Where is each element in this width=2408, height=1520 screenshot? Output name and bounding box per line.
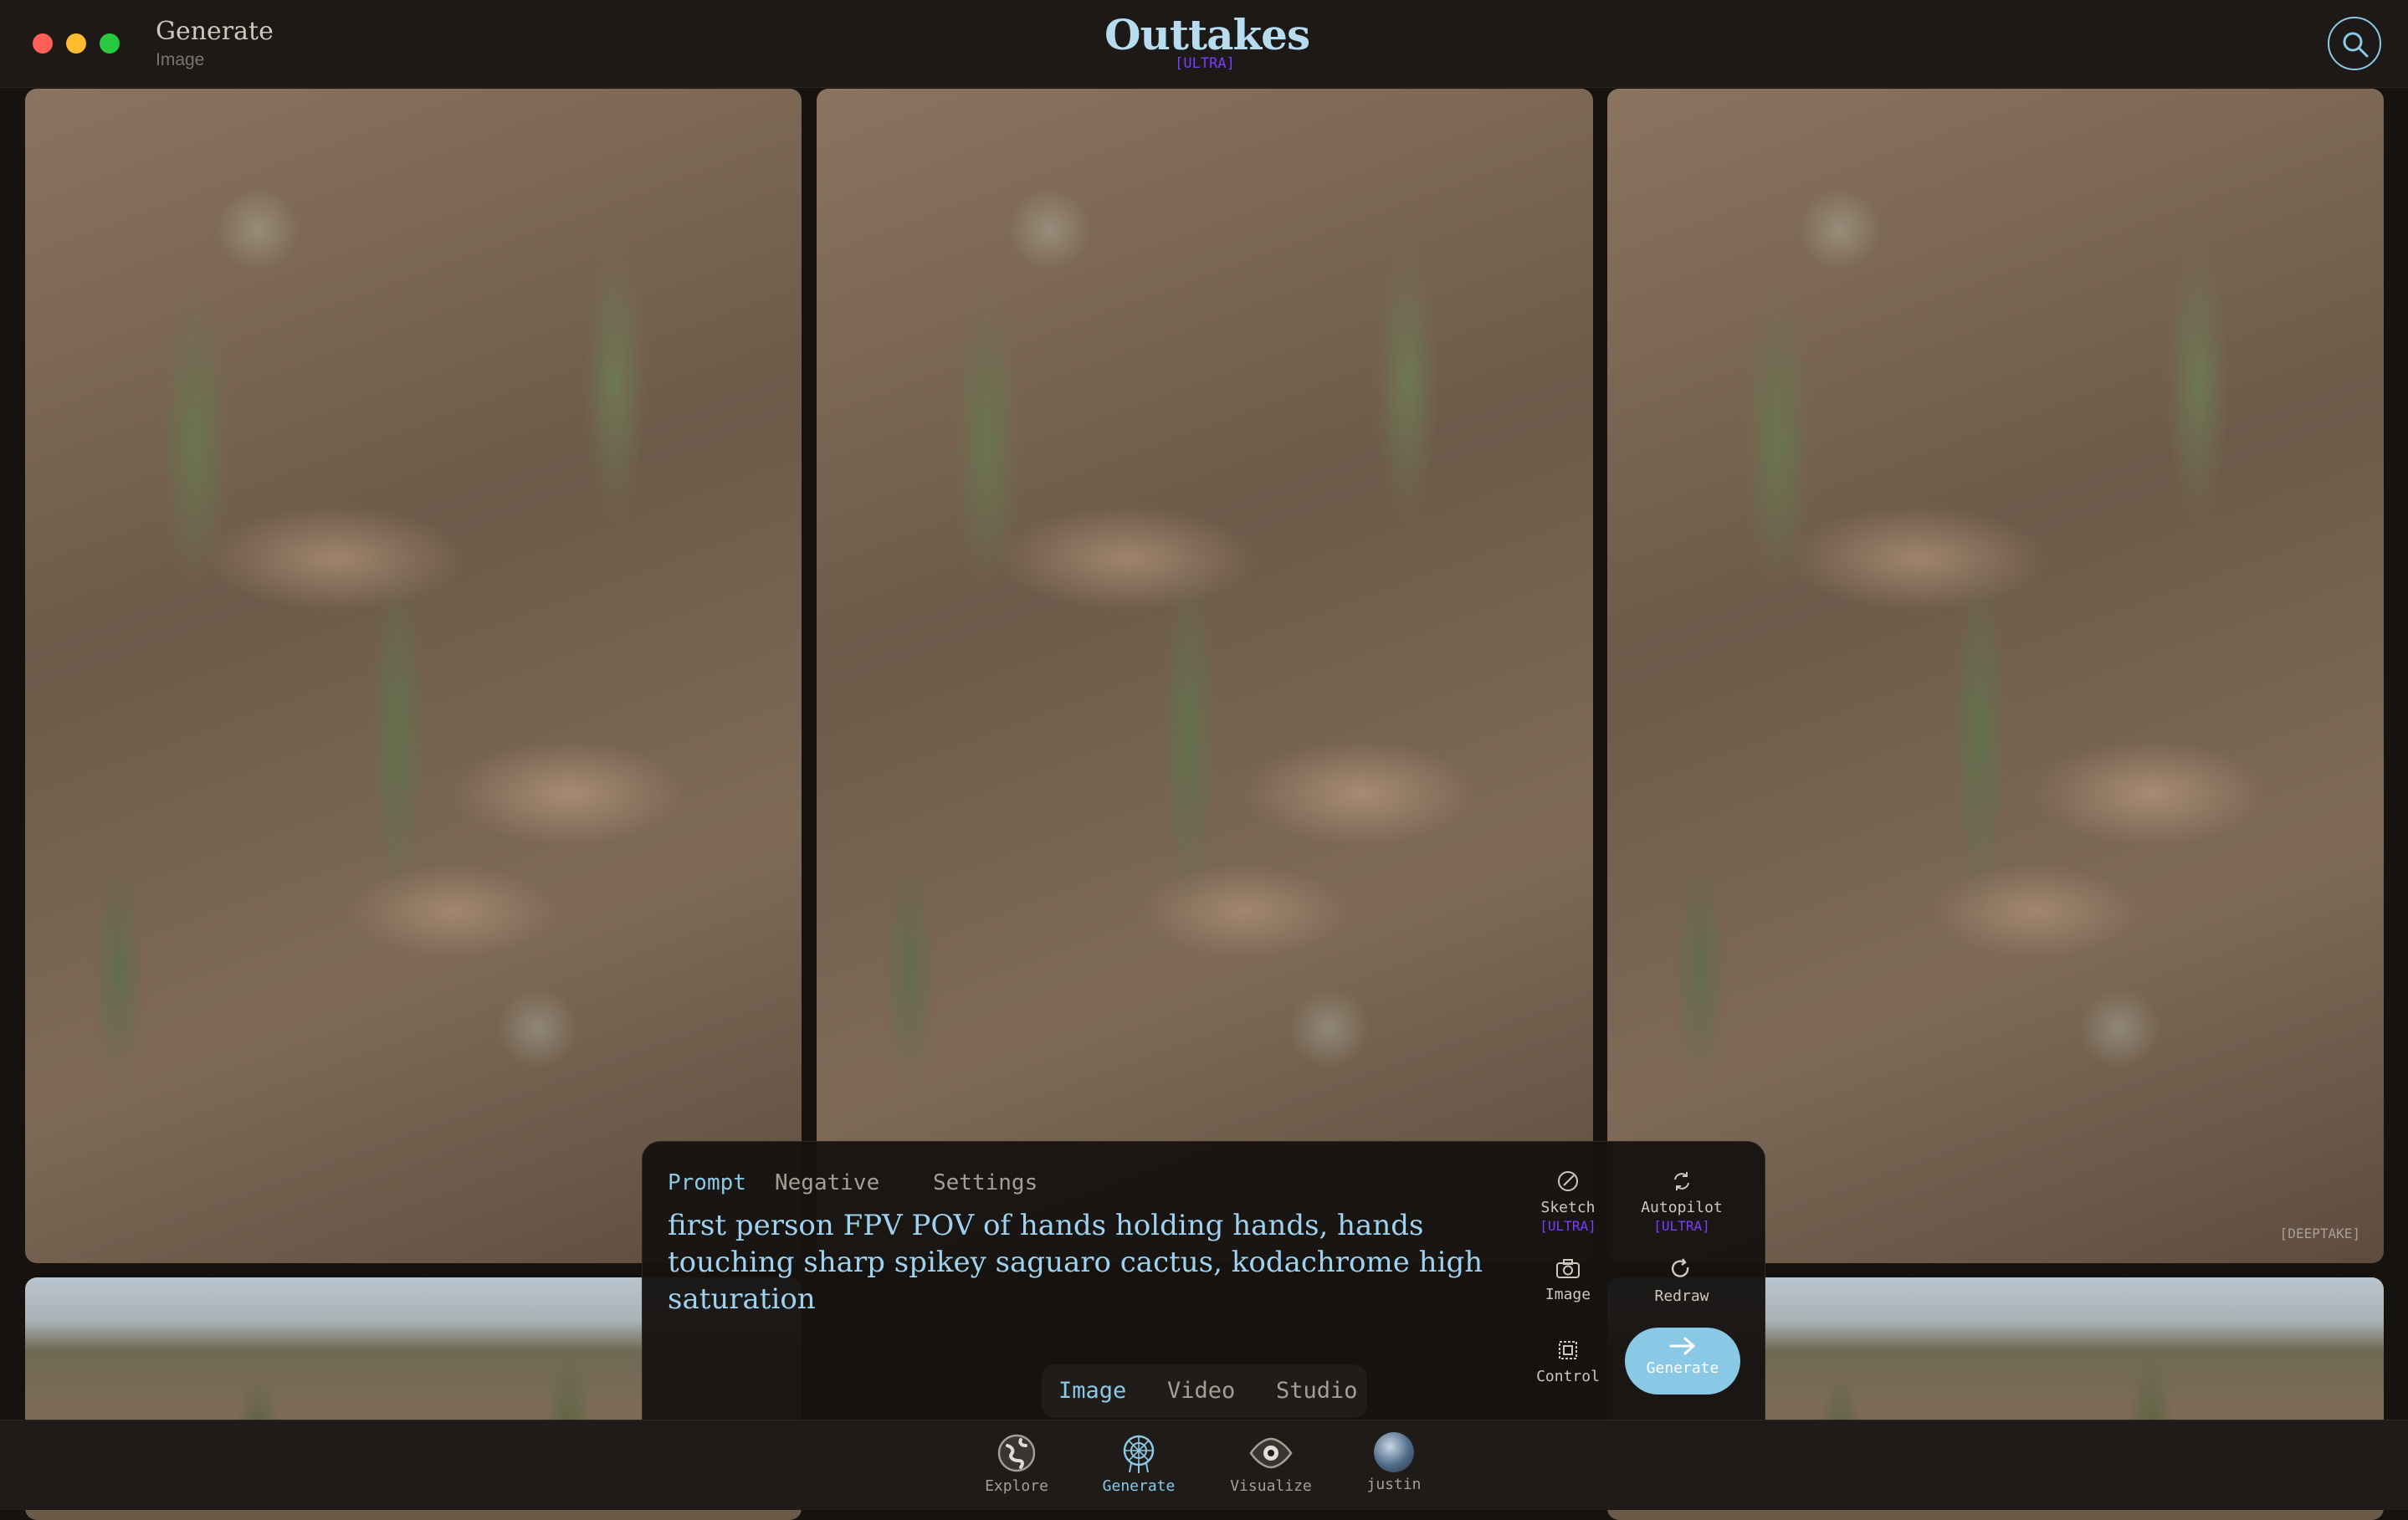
dreamcatcher-icon <box>1123 1435 1155 1473</box>
dock-label-user: justin <box>1366 1476 1422 1493</box>
title-bar: Generate Image Outtakes [ULTRA] <box>0 0 2408 88</box>
dock-item-generate[interactable]: Generate <box>1093 1432 1185 1495</box>
camera-icon <box>1556 1259 1580 1278</box>
generate-button-label: Generate <box>1646 1359 1719 1377</box>
mode-image[interactable]: Image <box>1058 1378 1126 1404</box>
close-window-button[interactable] <box>33 33 53 54</box>
image-input-button[interactable]: Image <box>1518 1257 1618 1303</box>
generated-image-3[interactable]: [DEEPTAKE] <box>1607 89 2384 1263</box>
globe-icon <box>997 1434 1036 1472</box>
dock-item-explore[interactable]: Explore <box>971 1432 1063 1495</box>
autopilot-ultra-badge: [ULTRA] <box>1653 1218 1710 1234</box>
dock-label-explore: Explore <box>985 1477 1048 1495</box>
logo-name: Outtakes <box>1104 10 1310 59</box>
generate-button[interactable]: Generate <box>1625 1328 1740 1395</box>
search-icon <box>2343 32 2369 58</box>
prompt-input[interactable]: first person FPV POV of hands holding ha… <box>668 1207 1496 1318</box>
search-button[interactable] <box>2328 17 2381 70</box>
control-label: Control <box>1536 1368 1600 1385</box>
image-tool-label: Image <box>1545 1286 1591 1303</box>
window-title: Generate <box>156 17 274 46</box>
refresh-cycle-icon <box>1674 1172 1689 1190</box>
sketch-button[interactable]: Sketch [ULTRA] <box>1518 1169 1618 1234</box>
sketch-label: Sketch <box>1540 1199 1596 1216</box>
dock-label-generate: Generate <box>1102 1477 1176 1495</box>
dock-label-visualize: Visualize <box>1230 1477 1312 1495</box>
redraw-button[interactable]: Redraw <box>1632 1257 1732 1305</box>
redo-icon <box>1671 1258 1689 1277</box>
redraw-label: Redraw <box>1654 1287 1709 1305</box>
autopilot-button[interactable]: Autopilot [ULTRA] <box>1632 1169 1732 1234</box>
bottom-dock: Explore Generate Visualize justin <box>0 1420 2408 1510</box>
mode-switcher: Image Video Studio <box>1042 1364 1367 1418</box>
mode-studio[interactable]: Studio <box>1276 1378 1358 1404</box>
tab-negative[interactable]: Negative <box>775 1170 879 1195</box>
pencil-circle-icon <box>1558 1171 1578 1191</box>
tab-settings[interactable]: Settings <box>933 1170 1037 1195</box>
eye-icon <box>1249 1437 1293 1469</box>
zoom-window-button[interactable] <box>100 33 120 54</box>
avatar <box>1374 1432 1414 1472</box>
app-logo: Outtakes [ULTRA] <box>1104 10 1310 71</box>
control-button[interactable]: Control <box>1518 1338 1618 1385</box>
window-subtitle: Image <box>156 50 205 69</box>
dock-item-visualize[interactable]: Visualize <box>1225 1432 1317 1495</box>
generated-image-1[interactable] <box>25 89 802 1263</box>
dock-item-profile[interactable]: justin <box>1348 1432 1440 1493</box>
frame-icon <box>1559 1341 1577 1359</box>
arrow-right-icon <box>1669 1337 1695 1355</box>
tab-prompt[interactable]: Prompt <box>668 1170 746 1195</box>
generated-image-2[interactable] <box>817 89 1593 1263</box>
mode-video[interactable]: Video <box>1167 1378 1235 1404</box>
sketch-ultra-badge: [ULTRA] <box>1540 1218 1596 1234</box>
minimize-window-button[interactable] <box>66 33 86 54</box>
autopilot-label: Autopilot <box>1641 1199 1723 1216</box>
image-watermark: [DEEPTAKE] <box>2279 1226 2360 1241</box>
